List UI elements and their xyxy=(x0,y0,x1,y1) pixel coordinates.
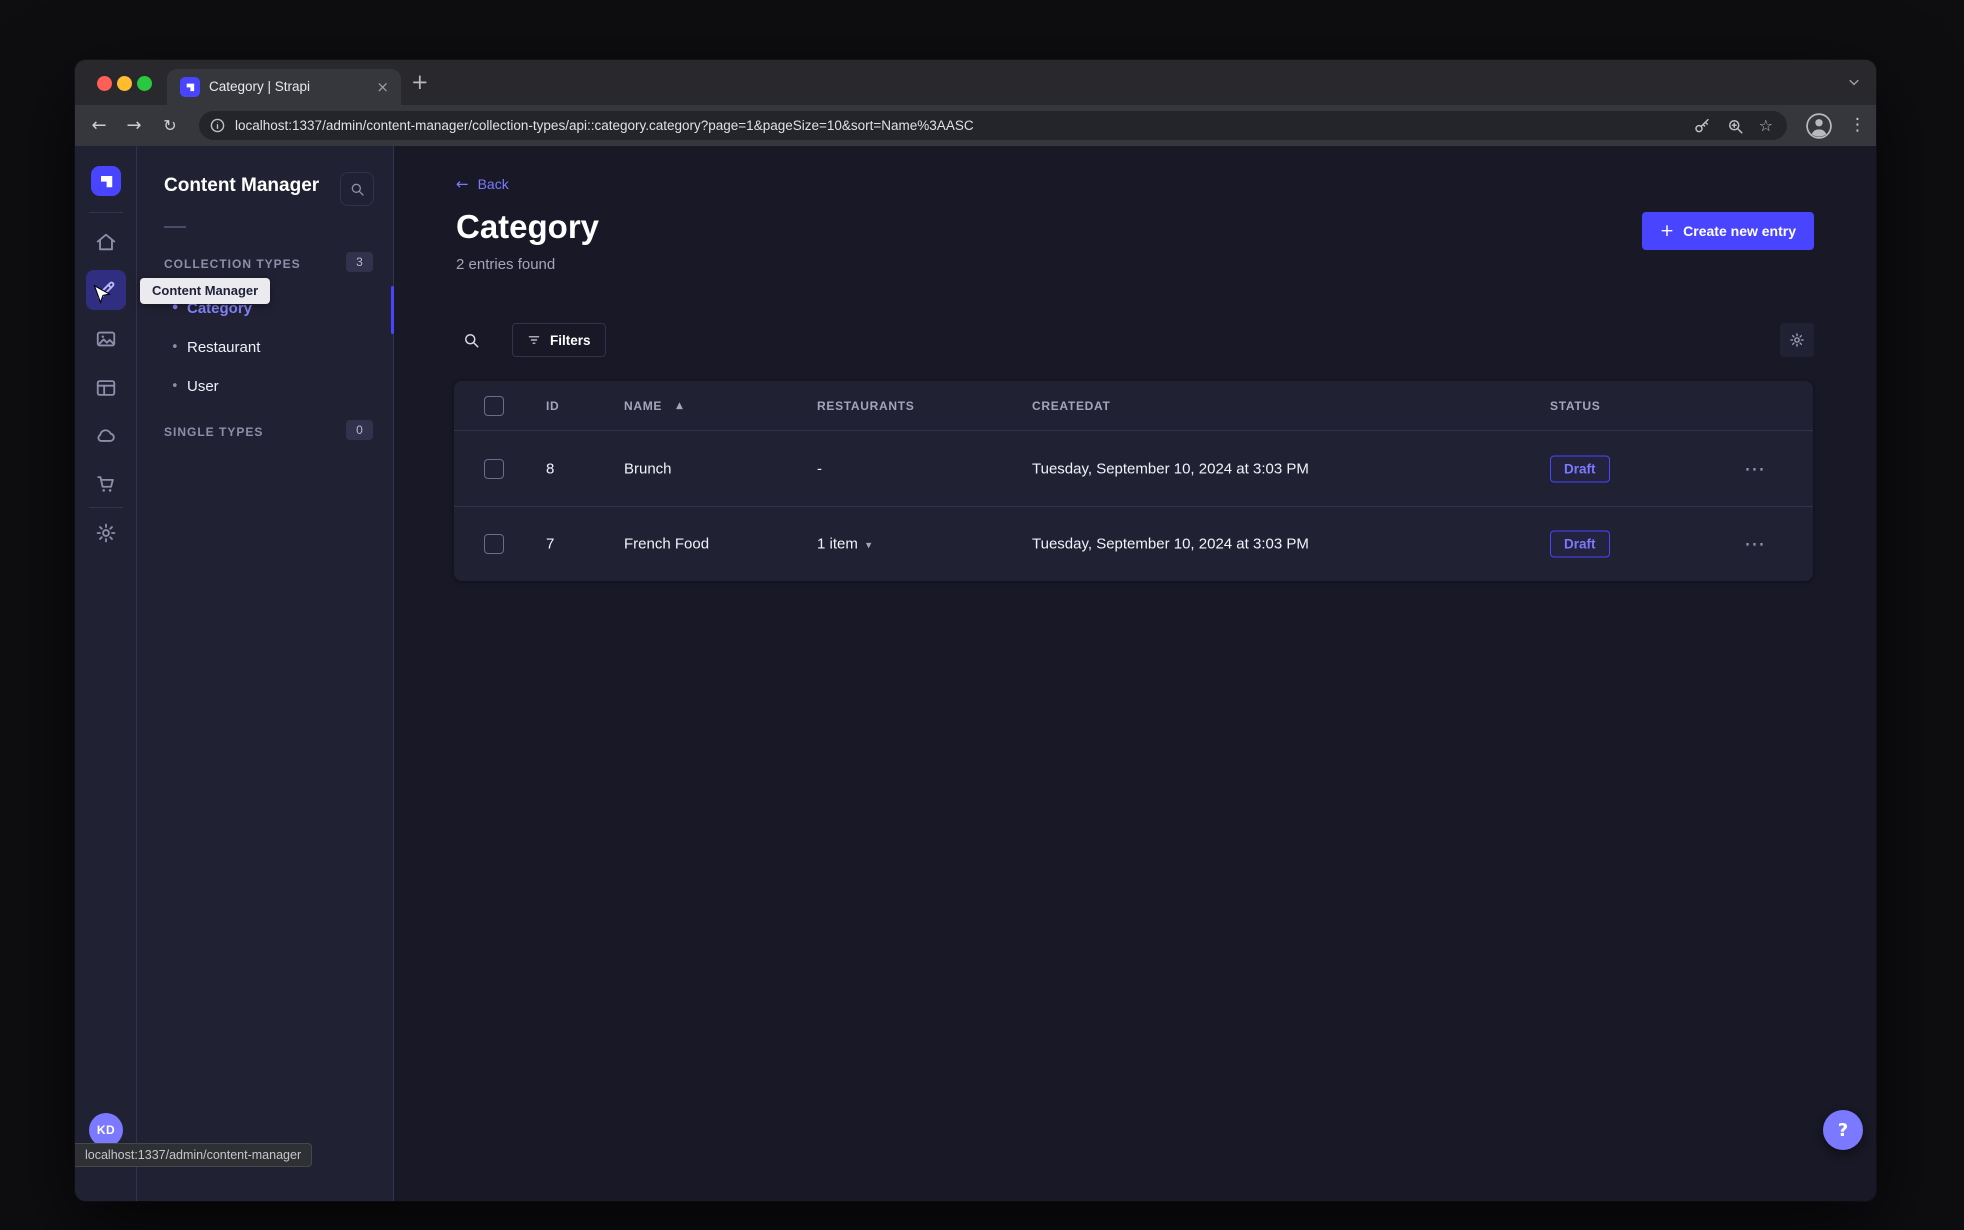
settings-gear-icon[interactable] xyxy=(86,513,126,553)
entries-table: ID NAME ▲ RESTAURANTS CREATEDAT STATUS 8… xyxy=(454,381,1813,581)
browser-toolbar: ← → ↻ localhost:1337/admin/content-manag… xyxy=(75,105,1876,146)
collection-types-count-badge: 3 xyxy=(346,252,373,272)
status-badge: Draft xyxy=(1550,530,1610,558)
table-row[interactable]: 7 French Food 1 item ▾ Tuesday, September… xyxy=(454,506,1813,581)
table-header-row: ID NAME ▲ RESTAURANTS CREATEDAT STATUS xyxy=(454,381,1813,431)
cell-name: French Food xyxy=(624,535,710,553)
main-content: ← Back Category 2 entries found + Create… xyxy=(394,146,1876,1201)
browser-tab[interactable]: Category | Strapi × xyxy=(167,69,401,105)
desktop-background: Category | Strapi × + ← → ↻ localhost:13… xyxy=(0,0,1964,1230)
content-type-builder-icon[interactable] xyxy=(86,368,126,408)
zoom-icon[interactable] xyxy=(1726,117,1744,135)
content-manager-sidebar: Content Manager COLLECTION TYPES 3 • Cat… xyxy=(137,146,394,1201)
sidebar-item-user[interactable]: • User xyxy=(137,371,394,403)
back-link[interactable]: ← Back xyxy=(456,176,509,192)
help-button[interactable]: ? xyxy=(1823,1110,1863,1150)
table-search-button[interactable] xyxy=(455,324,487,356)
browser-forward-button[interactable]: → xyxy=(120,105,148,146)
bullet-icon: • xyxy=(171,340,179,355)
sidebar-title: Content Manager xyxy=(164,175,320,196)
browser-tab-strip: Category | Strapi × + xyxy=(75,60,1876,105)
new-tab-button[interactable]: + xyxy=(411,60,429,105)
rail-divider xyxy=(89,212,123,213)
cell-restaurants: - xyxy=(817,460,822,477)
select-all-checkbox[interactable] xyxy=(484,395,504,416)
cloud-icon[interactable] xyxy=(86,415,126,455)
bookmark-star-icon[interactable]: ☆ xyxy=(1759,117,1773,134)
column-header-createdat[interactable]: CREATEDAT xyxy=(1032,399,1111,413)
row-menu-icon[interactable]: ⋯ xyxy=(1744,532,1766,556)
filters-button[interactable]: Filters xyxy=(512,323,606,357)
site-info-icon[interactable] xyxy=(209,117,226,134)
sort-ascending-icon[interactable]: ▲ xyxy=(676,401,683,411)
column-header-restaurants[interactable]: RESTAURANTS xyxy=(817,399,914,413)
browser-menu-icon[interactable]: ⋮ xyxy=(1849,105,1866,146)
marketplace-cart-icon[interactable] xyxy=(86,464,126,504)
collection-types-label: COLLECTION TYPES xyxy=(164,257,301,271)
tab-list-chevron-icon[interactable] xyxy=(1847,78,1861,87)
sidebar-search-button[interactable] xyxy=(340,172,374,206)
create-new-entry-button[interactable]: + Create new entry xyxy=(1641,212,1814,250)
tab-close-icon[interactable]: × xyxy=(376,69,389,105)
browser-back-button[interactable]: ← xyxy=(85,105,113,146)
omnibox-actions: ☆ xyxy=(1693,111,1773,140)
rail-divider xyxy=(89,507,123,508)
sidebar-item-restaurant[interactable]: • Restaurant xyxy=(137,332,394,364)
media-library-icon[interactable] xyxy=(86,319,126,359)
filter-icon xyxy=(528,336,540,344)
strapi-favicon-icon xyxy=(180,77,200,97)
row-checkbox[interactable] xyxy=(484,458,504,479)
content-manager-icon[interactable] xyxy=(86,270,126,310)
single-types-label: SINGLE TYPES xyxy=(164,425,264,439)
expand-caret-icon: ▾ xyxy=(865,538,872,552)
cell-createdat: Tuesday, September 10, 2024 at 3:03 PM xyxy=(1032,460,1309,477)
browser-reload-button[interactable]: ↻ xyxy=(156,105,184,146)
view-settings-gear-button[interactable] xyxy=(1780,323,1814,357)
browser-window: Category | Strapi × + ← → ↻ localhost:13… xyxy=(75,60,1876,1201)
nav-tooltip: Content Manager xyxy=(140,278,271,304)
user-avatar[interactable]: KD xyxy=(89,1113,123,1147)
row-menu-icon[interactable]: ⋯ xyxy=(1744,457,1766,481)
link-status-bubble: localhost:1337/admin/content-manager xyxy=(75,1143,313,1167)
row-checkbox[interactable] xyxy=(484,534,504,554)
window-minimize-button[interactable] xyxy=(117,76,132,91)
back-label: Back xyxy=(477,176,509,192)
column-header-name[interactable]: NAME xyxy=(624,399,662,413)
plus-icon: + xyxy=(1659,220,1675,241)
cell-restaurants[interactable]: 1 item ▾ xyxy=(817,536,871,553)
url-text[interactable]: localhost:1337/admin/content-manager/col… xyxy=(235,111,1657,140)
cell-id: 8 xyxy=(546,460,555,477)
table-row[interactable]: 8 Brunch - Tuesday, September 10, 2024 a… xyxy=(454,431,1813,506)
home-icon[interactable] xyxy=(86,222,126,262)
sidebar-divider xyxy=(164,226,186,228)
browser-profile-icon[interactable] xyxy=(1806,113,1832,139)
back-arrow-icon: ← xyxy=(456,174,469,193)
window-zoom-button[interactable] xyxy=(137,76,152,91)
address-bar[interactable]: localhost:1337/admin/content-manager/col… xyxy=(199,111,1787,140)
entries-count: 2 entries found xyxy=(456,256,556,273)
page-title: Category xyxy=(456,208,600,245)
cell-name: Brunch xyxy=(624,460,672,477)
window-close-button[interactable] xyxy=(97,76,112,91)
tab-title: Category | Strapi xyxy=(209,79,311,94)
cell-createdat: Tuesday, September 10, 2024 at 3:03 PM xyxy=(1032,535,1309,553)
strapi-admin-app: KD Content Manager COLLECTION TYPES 3 • … xyxy=(75,146,1876,1201)
column-header-id[interactable]: ID xyxy=(546,399,559,413)
column-header-status[interactable]: STATUS xyxy=(1550,399,1600,413)
single-types-count-badge: 0 xyxy=(346,420,373,440)
password-key-icon[interactable] xyxy=(1693,117,1711,135)
main-nav-rail: KD xyxy=(75,146,137,1201)
status-badge: Draft xyxy=(1550,455,1610,482)
cell-id: 7 xyxy=(546,535,555,553)
bullet-icon: • xyxy=(171,379,179,394)
strapi-logo xyxy=(91,166,121,196)
